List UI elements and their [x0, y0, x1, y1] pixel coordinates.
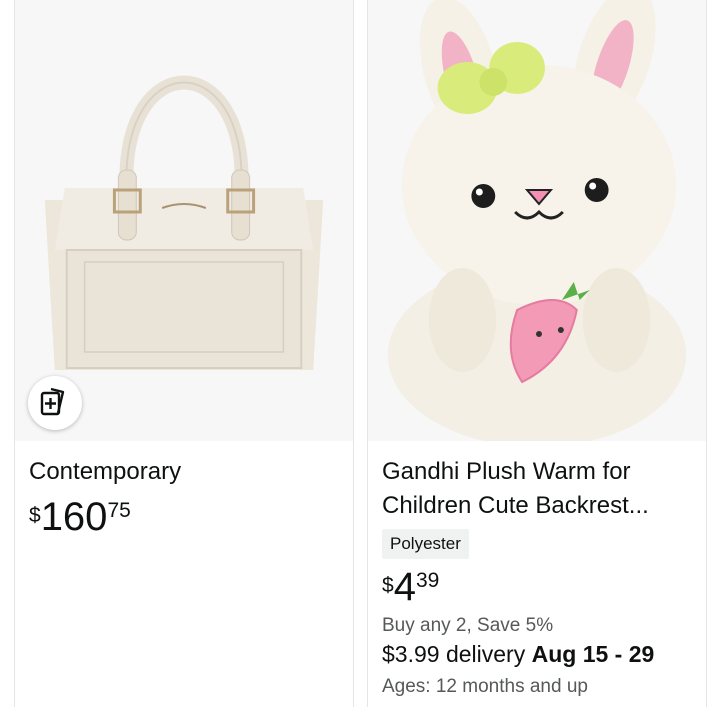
price-whole: 4 — [393, 565, 416, 609]
price-symbol: $ — [382, 574, 394, 597]
compare-button[interactable] — [28, 376, 82, 430]
delivery-dates: Aug 15 - 29 — [531, 641, 655, 667]
product-card[interactable]: Gandhi Plush Warm for Children Cute Back… — [367, 0, 707, 707]
product-title[interactable]: Gandhi Plush Warm for Children Cute Back… — [382, 455, 696, 523]
price-symbol: $ — [29, 504, 41, 527]
price-fraction: 75 — [107, 499, 131, 522]
product-info: Contemporary $ 160 75 — [29, 455, 343, 537]
delivery-info: $3.99 delivery Aug 15 - 29 — [382, 641, 696, 668]
age-range: Ages: 12 months and up — [382, 676, 588, 697]
product-image-handbag[interactable] — [15, 0, 353, 441]
product-title[interactable]: Contemporary — [29, 455, 343, 489]
product-info: Gandhi Plush Warm for Children Cute Back… — [382, 455, 696, 698]
price-fraction: 39 — [415, 569, 440, 592]
product-price: $ 4 39 — [382, 567, 696, 607]
price-whole: 160 — [40, 495, 108, 539]
product-price: $ 160 75 — [29, 497, 343, 537]
promo-text: Buy any 2, Save 5% — [382, 615, 554, 636]
product-card[interactable]: Contemporary $ 160 75 — [14, 0, 354, 707]
compare-cards-icon — [38, 384, 72, 423]
delivery-fee: $3.99 delivery — [382, 641, 532, 667]
product-image-plush-bunny[interactable] — [368, 0, 706, 441]
material-badge: Polyester — [382, 529, 469, 559]
